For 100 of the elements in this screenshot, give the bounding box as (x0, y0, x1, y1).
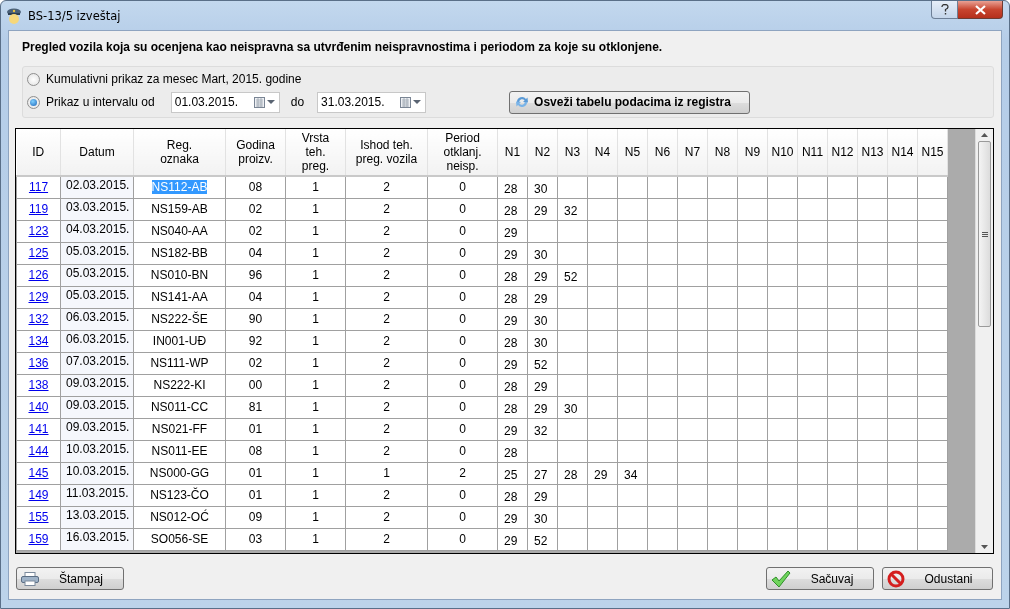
radio-button[interactable] (27, 95, 40, 109)
column-header: N7 (677, 129, 708, 176)
table-cell: 30 (527, 308, 558, 331)
table-cell: 0 (427, 220, 498, 243)
help-button[interactable] (931, 1, 958, 19)
table-cell[interactable]: NS111-WP (133, 352, 226, 375)
table-cell: 2 (345, 220, 428, 243)
radio-button[interactable] (27, 72, 40, 86)
table-cell[interactable]: NS141-AA (133, 286, 226, 309)
table-cell: 90 (225, 308, 286, 331)
table-cell: 28 (497, 176, 528, 199)
table-cell: 02 (225, 220, 286, 243)
column-header: Period otklanj. neisp. (427, 129, 498, 176)
table-cell: 81 (225, 396, 286, 419)
table-cell[interactable]: NS021-FF (133, 418, 226, 441)
column-header: N12 (827, 129, 858, 176)
table-cell[interactable]: NS222-ŠE (133, 308, 226, 331)
column-header: Reg. oznaka (133, 129, 226, 176)
scroll-up-icon[interactable] (981, 133, 988, 137)
table-cell: 0 (427, 506, 498, 529)
table-cell: 29 (497, 352, 528, 375)
table-cell[interactable]: NS040-AA (133, 220, 226, 243)
column-header: N2 (527, 129, 558, 176)
table-cell[interactable]: NS000-GG (133, 462, 226, 485)
range-separator-label: do (290, 95, 305, 109)
table-cell: 52 (557, 264, 588, 287)
table-cell: 28 (497, 396, 528, 419)
table-cell[interactable]: NS012-OĆ (133, 506, 226, 529)
table-cell: 1 (285, 264, 346, 287)
table-cell: 30 (527, 330, 558, 353)
table-cell[interactable]: NS123-ČO (133, 484, 226, 507)
table-cell: 1 (285, 528, 346, 551)
date-field[interactable]: 31.03.2015. (317, 91, 427, 113)
table-cell: 0 (427, 286, 498, 309)
save-button[interactable]: Sačuvaj (766, 567, 874, 590)
scrollbar-thumb[interactable] (978, 141, 991, 327)
table-cell[interactable]: NS159-AB (133, 198, 226, 221)
table-cell: 2 (345, 286, 428, 309)
table-cell[interactable]: SO056-SE (133, 528, 226, 551)
checkmark-icon (771, 569, 791, 588)
scroll-down-icon[interactable] (981, 545, 988, 549)
date-field[interactable]: 01.03.2015. (170, 91, 280, 113)
table-cell: 1 (285, 374, 346, 397)
window-title: BS-13/5 izveštaj (28, 8, 121, 23)
table-cell: 2 (345, 176, 428, 199)
printer-icon (21, 571, 39, 586)
table-cell: 0 (427, 308, 498, 331)
calendar-dropdown-icon (400, 96, 423, 108)
table-cell: 28 (557, 462, 588, 485)
table-cell: 1 (285, 330, 346, 353)
column-header: N10 (767, 129, 798, 176)
table-cell: 1 (285, 506, 346, 529)
calendar-dropdown-icon (253, 96, 276, 108)
table-cell: 1 (285, 440, 346, 463)
table-cell: 52 (527, 528, 558, 551)
refresh-icon (514, 94, 531, 110)
table-cell: 29 (527, 396, 558, 419)
table-cell: 2 (345, 374, 428, 397)
column-header: Godina proizv. (225, 129, 286, 176)
table-cell: 29 (587, 462, 618, 485)
table-cell: 02 (225, 352, 286, 375)
prohibited-icon (887, 569, 905, 588)
table-cell: 29 (527, 198, 558, 221)
table-cell[interactable]: NS011-EE (133, 440, 226, 463)
close-button[interactable] (958, 1, 1003, 19)
table-cell: 01 (225, 484, 286, 507)
table-cell: 25 (497, 462, 528, 485)
table-cell: 1 (285, 484, 346, 507)
table-cell: 01 (225, 418, 286, 441)
column-header: Ishod teh. preg. vozila (345, 129, 428, 176)
table-cell: 1 (285, 396, 346, 419)
table-cell: 0 (427, 176, 498, 199)
table-cell: 0 (427, 198, 498, 221)
table-cell[interactable]: NS182-BB (133, 242, 226, 265)
column-header: N14 (887, 129, 918, 176)
table-cell: 30 (557, 396, 588, 419)
table-cell: 32 (557, 198, 588, 221)
column-header: N9 (737, 129, 768, 176)
refresh-button[interactable]: Osveži tabelu podacima iz registra (509, 90, 751, 114)
column-header: Vrsta teh. preg. (285, 129, 346, 176)
table-cell: 2 (345, 198, 428, 221)
table-cell: 2 (345, 440, 428, 463)
table-cell: 30 (527, 176, 558, 199)
table-cell: 27 (527, 462, 558, 485)
table-cell: 00 (225, 374, 286, 397)
help-icon (940, 4, 949, 15)
table-cell[interactable]: IN001-UĐ (133, 330, 226, 353)
radio-label: Prikaz u intervalu od (46, 95, 155, 109)
table-cell: 0 (427, 484, 498, 507)
table-cell: 08 (225, 440, 286, 463)
column-header: ID (16, 129, 61, 176)
column-header: N4 (587, 129, 618, 176)
print-button[interactable]: Štampaj (16, 567, 124, 590)
vertical-scrollbar[interactable] (975, 129, 993, 553)
table-cell[interactable]: NS011-CC (133, 396, 226, 419)
column-header: N6 (647, 129, 678, 176)
table-cell[interactable]: NS222-KI (133, 374, 226, 397)
table-cell[interactable]: NS010-BN (133, 264, 226, 287)
cancel-button[interactable]: Odustani (882, 567, 993, 590)
column-header: N13 (857, 129, 888, 176)
